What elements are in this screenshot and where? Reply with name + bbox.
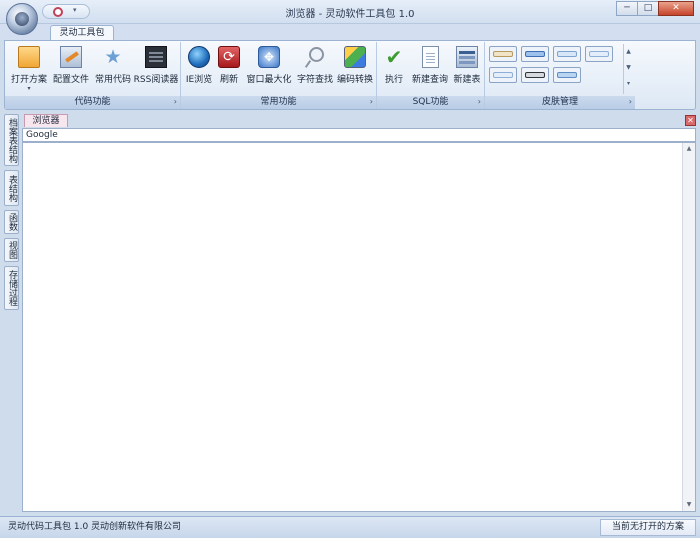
star-icon: ★ xyxy=(104,46,122,68)
address-text: Google xyxy=(26,130,58,140)
rss-reader-icon xyxy=(145,46,167,68)
tab-lingdong-toolkit[interactable]: 灵动工具包 xyxy=(50,25,114,41)
execute-button[interactable]: ✔ 执行 xyxy=(381,44,407,92)
table-icon xyxy=(456,46,478,68)
skin-gallery xyxy=(489,46,619,90)
skin-option[interactable] xyxy=(521,67,549,83)
group-label-text: 常用功能 xyxy=(260,97,297,107)
rss-reader-button[interactable]: RSS阅读器 xyxy=(133,44,179,92)
group-label-text: 代码功能 xyxy=(74,97,111,107)
common-code-label: 常用代码 xyxy=(94,75,131,85)
refresh-button[interactable]: ⟳ 刷新 xyxy=(215,44,243,92)
skin-gallery-scroll[interactable]: ▲ ▼ ▾ xyxy=(623,44,633,94)
group-code-functions: 打开方案 ▾ 配置文件 ★ 常用代码 RSS阅读器 代码功能 › xyxy=(5,42,181,109)
group-sql-functions: ✔ 执行 新建查询 新建表 SQL功能 › xyxy=(377,42,485,109)
group-label: SQL功能 › xyxy=(377,96,484,109)
refresh-icon: ⟳ xyxy=(218,46,240,68)
folder-icon xyxy=(18,46,40,68)
skin-option[interactable] xyxy=(553,67,581,83)
skin-option[interactable] xyxy=(489,67,517,83)
dialog-launcher-icon[interactable]: › xyxy=(629,95,632,108)
new-table-label: 新建表 xyxy=(453,75,481,85)
skin-option[interactable] xyxy=(489,46,517,62)
scroll-up-icon[interactable]: ▲ xyxy=(624,44,633,60)
side-tab-views[interactable]: 视图 xyxy=(4,238,19,262)
application-menu-button[interactable] xyxy=(6,3,38,35)
chevron-down-icon: ▾ xyxy=(27,85,31,92)
maximize-window-button[interactable]: ✥ 窗口最大化 xyxy=(245,44,293,92)
close-button[interactable]: ✕ xyxy=(658,1,694,16)
vertical-scrollbar[interactable]: ▲ ▼ xyxy=(682,143,695,511)
check-icon: ✔ xyxy=(385,45,403,69)
find-string-button[interactable]: 字符查找 xyxy=(295,44,335,92)
side-tab-functions[interactable]: 函数 xyxy=(4,210,19,234)
rss-reader-label: RSS阅读器 xyxy=(133,75,179,85)
window-title: 浏览器 - 灵动软件工具包 1.0 xyxy=(285,9,415,20)
maximize-window-label: 窗口最大化 xyxy=(246,75,292,85)
side-tab-archive-structure[interactable]: 档案表结构 xyxy=(4,114,19,166)
address-bar[interactable]: Google xyxy=(22,128,696,142)
globe-icon xyxy=(188,46,210,68)
search-icon xyxy=(304,46,326,68)
group-label: 常用功能 › xyxy=(181,96,376,109)
minimize-button[interactable]: ─ xyxy=(616,1,638,16)
status-app-info: 灵动代码工具包 1.0 灵动创新软件有限公司 xyxy=(8,522,182,532)
side-tab-table-structure[interactable]: 表结构 xyxy=(4,170,19,206)
status-solution: 当前无打开的方案 xyxy=(600,519,696,536)
dialog-launcher-icon[interactable]: › xyxy=(174,95,177,108)
dialog-launcher-icon[interactable]: › xyxy=(478,95,481,108)
open-solution-button[interactable]: 打开方案 ▾ xyxy=(9,44,49,92)
encoding-convert-icon xyxy=(344,46,366,68)
skin-option[interactable] xyxy=(585,46,613,62)
scroll-down-icon[interactable]: ▼ xyxy=(624,60,633,76)
maximize-window-icon: ✥ xyxy=(258,46,280,68)
encoding-convert-label: 编码转换 xyxy=(336,75,373,85)
status-bar: 灵动代码工具包 1.0 灵动创新软件有限公司 当前无打开的方案 xyxy=(0,516,700,538)
close-document-icon[interactable]: ✕ xyxy=(685,115,696,126)
encoding-convert-button[interactable]: 编码转换 xyxy=(335,44,375,92)
tab-browser[interactable]: 浏览器 xyxy=(24,114,68,127)
group-label: 皮肤管理 › xyxy=(485,96,635,109)
new-query-label: 新建查询 xyxy=(411,75,448,85)
config-file-label: 配置文件 xyxy=(52,75,89,85)
new-table-button[interactable]: 新建表 xyxy=(451,44,483,92)
scroll-down-arrow-icon[interactable]: ▼ xyxy=(683,499,695,511)
skin-option[interactable] xyxy=(521,46,549,62)
title-bar: ▾ 浏览器 - 灵动软件工具包 1.0 ─ □ ✕ xyxy=(0,0,700,35)
common-code-button[interactable]: ★ 常用代码 xyxy=(93,44,133,92)
new-query-button[interactable]: 新建查询 xyxy=(409,44,451,92)
ribbon-tab-strip: 灵动工具包 xyxy=(0,24,700,41)
execute-label: 执行 xyxy=(384,75,403,85)
group-label-text: SQL功能 xyxy=(412,97,449,107)
find-string-label: 字符查找 xyxy=(296,75,333,85)
refresh-label: 刷新 xyxy=(219,75,238,85)
ie-browse-label: IE浏览 xyxy=(185,75,213,85)
open-solution-label: 打开方案 xyxy=(10,75,47,85)
browser-content[interactable]: ▲ ▼ xyxy=(22,142,696,512)
config-file-icon xyxy=(60,46,82,68)
document-icon xyxy=(421,46,439,68)
skin-option[interactable] xyxy=(553,46,581,62)
window-controls: ─ □ ✕ xyxy=(616,1,694,16)
ie-browse-button[interactable]: IE浏览 xyxy=(183,44,215,92)
group-skin-management: ▲ ▼ ▾ 皮肤管理 › xyxy=(485,42,635,109)
scroll-up-arrow-icon[interactable]: ▲ xyxy=(683,143,695,155)
group-common-functions: IE浏览 ⟳ 刷新 ✥ 窗口最大化 字符查找 编码转换 常用功能 › xyxy=(181,42,377,109)
ribbon: 打开方案 ▾ 配置文件 ★ 常用代码 RSS阅读器 代码功能 › IE浏览 ⟳ … xyxy=(4,40,696,110)
maximize-button[interactable]: □ xyxy=(637,1,659,16)
config-file-button[interactable]: 配置文件 xyxy=(50,44,92,92)
group-label-text: 皮肤管理 xyxy=(541,97,578,107)
gallery-more-icon[interactable]: ▾ xyxy=(624,76,633,92)
group-label: 代码功能 › xyxy=(5,96,180,109)
side-tab-stored-procedures[interactable]: 存储过程 xyxy=(4,266,19,310)
dialog-launcher-icon[interactable]: › xyxy=(370,95,373,108)
